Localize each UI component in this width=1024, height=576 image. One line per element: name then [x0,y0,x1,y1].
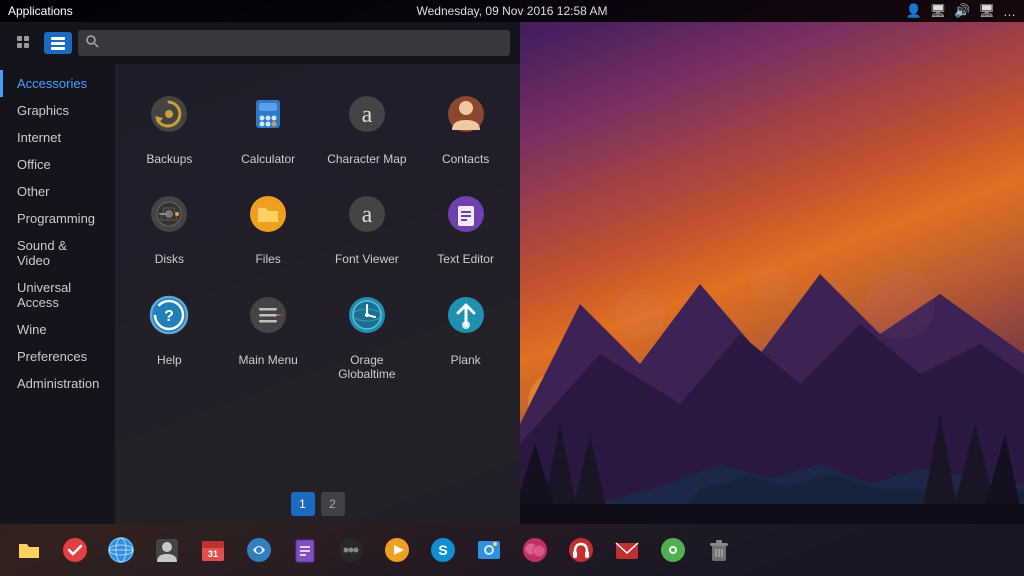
desktop-scenery [520,224,1024,524]
app-icon-help: ? [137,283,201,347]
svg-text:31: 31 [208,549,218,559]
svg-text:a: a [362,202,373,228]
dock-icon-mail[interactable] [606,529,648,571]
app-icon-orage-globaltime [335,283,399,347]
apps-area: Backups Calculator a Character Map Conta… [115,64,520,524]
network-icon[interactable]: 🖥 [930,3,947,19]
app-icon-font-viewer: a [335,182,399,246]
sidebar-item-internet[interactable]: Internet [0,124,115,151]
app-label-help: Help [157,353,182,367]
app-icon-backups [137,82,201,146]
dock-icon-photos[interactable] [468,529,510,571]
user-icon[interactable]: 👤 [906,3,922,19]
app-label-orage-globaltime: Orage Globaltime [322,353,413,382]
sidebar-item-office[interactable]: Office [0,151,115,178]
app-item-orage-globaltime[interactable]: Orage Globaltime [318,275,417,390]
dock-icon-settings[interactable] [652,529,694,571]
app-icon-contacts [434,82,498,146]
sidebar-item-accessories[interactable]: Accessories [0,70,115,97]
sidebar-item-programming[interactable]: Programming [0,205,115,232]
dock-icon-tasks[interactable] [54,529,96,571]
more-icon[interactable]: … [1003,4,1016,19]
sidebar-item-universal-access[interactable]: Universal Access [0,274,115,316]
app-item-font-viewer[interactable]: a Font Viewer [318,174,417,274]
grid-view-button[interactable] [10,32,38,54]
app-item-help[interactable]: ? Help [120,275,219,390]
app-icon-files [236,182,300,246]
dock-icon-trash[interactable] [698,529,740,571]
app-item-backups[interactable]: Backups [120,74,219,174]
dock-icon-notes[interactable] [284,529,326,571]
applications-menu-label[interactable]: Applications [8,4,73,18]
launcher-header [0,22,520,64]
apps-grid: Backups Calculator a Character Map Conta… [115,64,520,484]
app-icon-calculator [236,82,300,146]
search-icon [86,35,99,51]
app-label-contacts: Contacts [442,152,489,166]
panel-clock: Wednesday, 09 Nov 2016 12:58 AM [416,4,607,18]
page-button-2[interactable]: 2 [321,492,345,516]
app-item-disks[interactable]: Disks [120,174,219,274]
app-icon-character-map: a [335,82,399,146]
app-icon-plank [434,283,498,347]
svg-text:?: ? [164,308,174,325]
dock-icon-chat[interactable] [514,529,556,571]
panel-right: 👤 🖥 🔊 🖥 … [906,3,1016,19]
list-view-button[interactable] [44,32,72,54]
app-label-disks: Disks [155,252,184,266]
app-item-plank[interactable]: Plank [416,275,515,390]
display-icon[interactable]: 🖥 [978,3,995,19]
app-label-text-editor: Text Editor [437,252,494,266]
sidebar-item-preferences[interactable]: Preferences [0,343,115,370]
app-label-main-menu: Main Menu [238,353,297,367]
dock-icon-files[interactable] [8,529,50,571]
svg-text:a: a [362,102,373,128]
sidebar-item-other[interactable]: Other [0,178,115,205]
search-input[interactable] [78,30,510,56]
app-item-text-editor[interactable]: Text Editor [416,174,515,274]
dock-icon-dots[interactable] [330,529,372,571]
app-item-contacts[interactable]: Contacts [416,74,515,174]
top-panel: Applications Wednesday, 09 Nov 2016 12:5… [0,0,1024,22]
dock-icon-player[interactable] [376,529,418,571]
sidebar: AccessoriesGraphicsInternetOfficeOtherPr… [0,64,115,524]
app-item-main-menu[interactable]: Main Menu [219,275,318,390]
sidebar-item-administration[interactable]: Administration [0,370,115,397]
app-label-files: Files [255,252,280,266]
app-item-files[interactable]: Files [219,174,318,274]
dock-icon-vpn[interactable] [238,529,280,571]
app-label-font-viewer: Font Viewer [335,252,399,266]
dock-icon-browser[interactable] [100,529,142,571]
app-label-character-map: Character Map [327,152,406,166]
dock-icon-contacts[interactable] [146,529,188,571]
app-label-backups: Backups [146,152,192,166]
pagination: 12 [115,484,520,524]
app-icon-main-menu [236,283,300,347]
svg-text:S: S [438,542,447,558]
app-icon-disks [137,182,201,246]
sidebar-item-sound-&-video[interactable]: Sound & Video [0,232,115,274]
app-item-character-map[interactable]: a Character Map [318,74,417,174]
search-wrapper [78,30,510,56]
page-button-1[interactable]: 1 [291,492,315,516]
app-icon-text-editor [434,182,498,246]
app-item-calculator[interactable]: Calculator [219,74,318,174]
dock-icon-skype[interactable]: S [422,529,464,571]
app-label-calculator: Calculator [241,152,295,166]
dock-icon-calendar[interactable]: 31 [192,529,234,571]
launcher-body: AccessoriesGraphicsInternetOfficeOtherPr… [0,64,520,524]
app-label-plank: Plank [451,353,481,367]
sidebar-item-graphics[interactable]: Graphics [0,97,115,124]
app-launcher: AccessoriesGraphicsInternetOfficeOtherPr… [0,22,520,524]
sidebar-item-wine[interactable]: Wine [0,316,115,343]
volume-icon[interactable]: 🔊 [954,3,970,19]
dock-icon-headphones[interactable] [560,529,602,571]
taskbar: 31 S [0,524,1024,576]
panel-left: Applications [8,4,73,18]
